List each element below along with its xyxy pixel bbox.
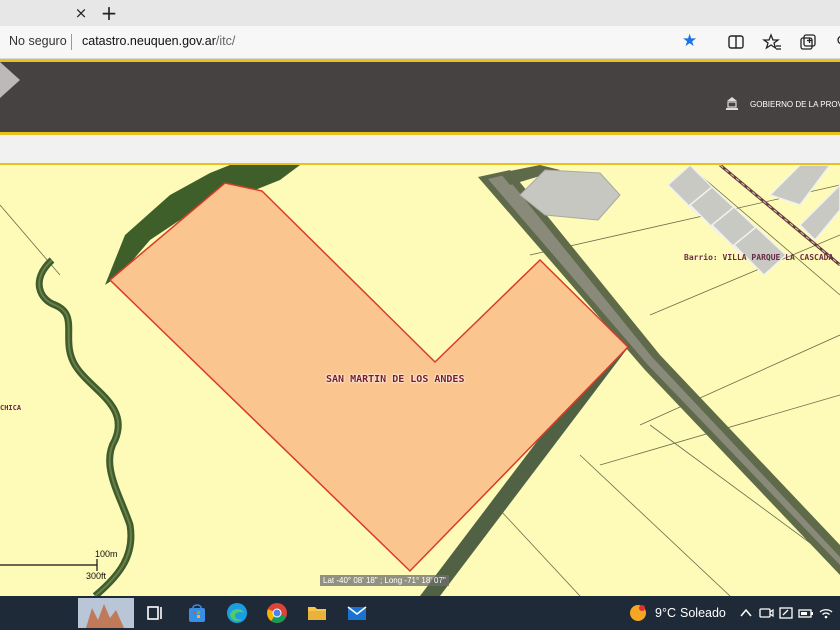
split-screen-icon[interactable] [726, 32, 746, 52]
weather-temperature[interactable]: 9°C [655, 606, 676, 620]
task-view-icon[interactable] [143, 601, 167, 625]
address-separator [71, 34, 72, 50]
store-icon[interactable] [185, 601, 209, 625]
scale-metric-label: 100m [95, 549, 118, 559]
wifi-icon[interactable] [818, 605, 834, 621]
scale-bar [0, 559, 98, 571]
profile-icon[interactable] [832, 32, 840, 52]
search-highlight-image[interactable] [78, 598, 134, 628]
header-arrow-icon [0, 62, 20, 98]
map-viewport[interactable]: Barrio: VILLA PARQUE LA CASCADA CHICA SA… [0, 165, 840, 596]
url-path: /itc/ [215, 34, 236, 48]
chrome-icon[interactable] [265, 601, 289, 625]
edge-browser-icon[interactable] [225, 601, 249, 625]
weather-condition[interactable]: Soleado [680, 606, 726, 620]
url-field[interactable]: catastro.neuquen.gov.ar/itc/ [82, 34, 235, 48]
url-host: catastro.neuquen.gov.ar [82, 34, 216, 48]
government-seal-icon [726, 97, 738, 110]
parcel-label: SAN MARTIN DE LOS ANDES [326, 374, 465, 385]
area-label: CHICA [0, 404, 22, 412]
site-header: GOBIERNO DE LA PROVIN [0, 59, 840, 135]
close-tab-icon[interactable]: × [72, 4, 90, 22]
address-bar: No seguro catastro.neuquen.gov.ar/itc/ ★ [0, 26, 840, 59]
weather-sun-icon[interactable] [628, 603, 648, 623]
government-title: GOBIERNO DE LA PROVIN [750, 100, 840, 109]
new-tab-button[interactable]: + [98, 2, 120, 24]
camera-icon[interactable] [758, 605, 774, 621]
pen-icon[interactable] [778, 605, 794, 621]
barrio-label: Barrio: VILLA PARQUE LA CASCADA [684, 253, 834, 262]
mail-icon[interactable] [345, 601, 369, 625]
site-subbar [0, 135, 840, 165]
collections-icon[interactable] [798, 32, 818, 52]
taskbar: 9°C Soleado [0, 596, 840, 630]
browser-tab-strip: × + [0, 0, 840, 26]
security-indicator[interactable]: No seguro [9, 34, 67, 48]
scale-imperial-label: 300ft [86, 571, 107, 581]
favorite-star-icon[interactable]: ★ [682, 31, 697, 51]
chevron-up-icon[interactable] [738, 605, 754, 621]
favorites-icon[interactable] [762, 32, 782, 52]
coordinate-readout: Lat -40° 08' 18" ; Long -71° 18' 07" [320, 575, 449, 586]
battery-icon[interactable] [798, 605, 814, 621]
file-explorer-icon[interactable] [305, 601, 329, 625]
